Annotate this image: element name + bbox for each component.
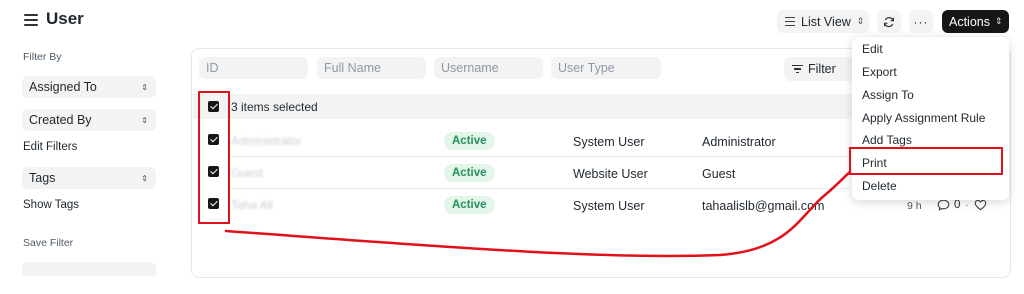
screen: User List View ⇕ ··· Actions ⇕ Filter By…: [0, 0, 1024, 294]
annotation-arrow: [224, 170, 852, 258]
